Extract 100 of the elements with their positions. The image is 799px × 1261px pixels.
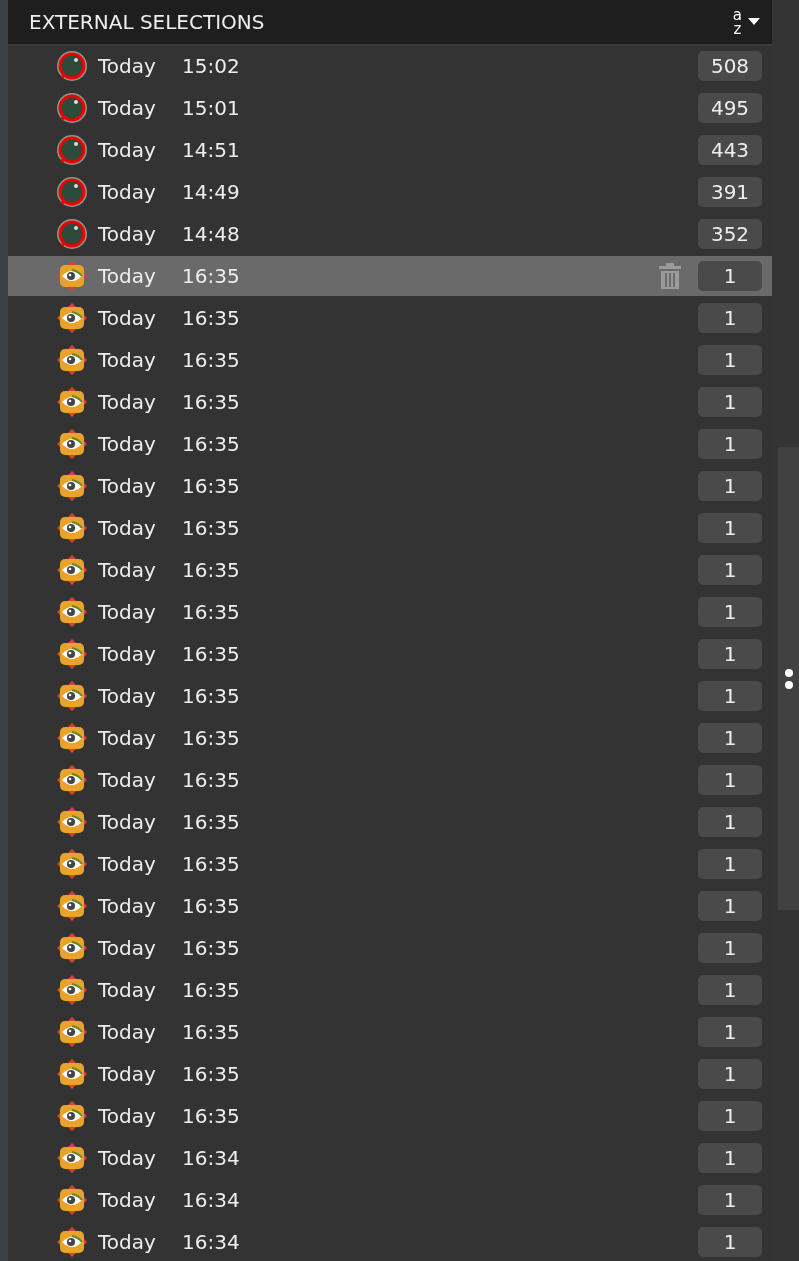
list-row[interactable]: Today 16:35 1 (8, 634, 772, 674)
row-day: Today (98, 1104, 182, 1128)
ring-icon (55, 175, 89, 209)
row-time: 16:35 (182, 306, 240, 330)
list-row[interactable]: Today 16:35 1 (8, 886, 772, 926)
sort-button[interactable]: a z (732, 8, 760, 36)
list-row[interactable]: Today 16:35 1 (8, 718, 772, 758)
list-row[interactable]: Today 16:35 1 (8, 928, 772, 968)
count-badge: 1 (698, 639, 762, 669)
list-row[interactable]: Today 16:35 1 (8, 592, 772, 632)
eye-icon (56, 680, 88, 712)
row-day: Today (98, 978, 182, 1002)
eye-icon (56, 764, 88, 796)
list-row[interactable]: Today 16:35 1 (8, 676, 772, 716)
list-row[interactable]: Today 16:35 1 (8, 1096, 772, 1136)
eye-icon (56, 512, 88, 544)
list-row[interactable]: Today 16:35 1 (8, 844, 772, 884)
count-badge: 508 (698, 51, 762, 81)
count-badge: 1 (698, 681, 762, 711)
trash-icon[interactable] (659, 263, 681, 289)
row-day: Today (98, 390, 182, 414)
count-badge: 1 (698, 429, 762, 459)
count-badge: 391 (698, 177, 762, 207)
ring-icon (55, 133, 89, 167)
eye-icon (56, 1226, 88, 1258)
eye-icon (56, 302, 88, 334)
row-time: 16:35 (182, 390, 240, 414)
row-day: Today (98, 642, 182, 666)
list-row[interactable]: Today 16:35 1 (8, 382, 772, 422)
scrollbar-thumb[interactable] (778, 447, 799, 910)
eye-icon (56, 554, 88, 586)
row-time: 16:35 (182, 642, 240, 666)
list-row[interactable]: Today 16:35 1 (8, 1012, 772, 1052)
list-row[interactable]: Today 16:35 1 (8, 298, 772, 338)
list-row[interactable]: Today 16:34 1 (8, 1222, 772, 1261)
list-row[interactable]: Today 16:35 1 (8, 340, 772, 380)
count-badge: 1 (698, 891, 762, 921)
list-row[interactable]: Today 16:35 1 (8, 760, 772, 800)
row-day: Today (98, 768, 182, 792)
list-row[interactable]: Today 16:34 1 (8, 1138, 772, 1178)
list-row[interactable]: Today 14:48 352 (8, 214, 772, 254)
eye-icon (56, 344, 88, 376)
list-row[interactable]: Today 16:35 1 (8, 1054, 772, 1094)
row-time: 16:34 (182, 1188, 240, 1212)
row-time: 16:35 (182, 432, 240, 456)
count-badge: 1 (698, 1017, 762, 1047)
count-badge: 443 (698, 135, 762, 165)
row-day: Today (98, 306, 182, 330)
list-row[interactable]: Today 16:35 1 (8, 970, 772, 1010)
row-time: 16:35 (182, 852, 240, 876)
count-badge: 1 (698, 1185, 762, 1215)
eye-icon (56, 1184, 88, 1216)
row-time: 16:35 (182, 936, 240, 960)
row-day: Today (98, 264, 182, 288)
row-day: Today (98, 96, 182, 120)
eye-icon (56, 1058, 88, 1090)
row-time: 16:35 (182, 516, 240, 540)
row-day: Today (98, 558, 182, 582)
count-badge: 1 (698, 513, 762, 543)
list-row[interactable]: Today 16:34 1 (8, 1180, 772, 1220)
count-badge: 1 (698, 807, 762, 837)
row-time: 15:02 (182, 54, 240, 78)
row-time: 16:35 (182, 726, 240, 750)
row-day: Today (98, 894, 182, 918)
row-time: 16:34 (182, 1146, 240, 1170)
row-time: 16:35 (182, 600, 240, 624)
row-day: Today (98, 1188, 182, 1212)
row-day: Today (98, 222, 182, 246)
eye-icon (56, 386, 88, 418)
list-row[interactable]: Today 16:35 1 (8, 256, 772, 296)
eye-icon (56, 596, 88, 628)
list-row[interactable]: Today 14:51 443 (8, 130, 772, 170)
row-day: Today (98, 474, 182, 498)
list-row[interactable]: Today 16:35 1 (8, 550, 772, 590)
list-row[interactable]: Today 16:35 1 (8, 466, 772, 506)
row-time: 16:35 (182, 684, 240, 708)
row-day: Today (98, 810, 182, 834)
row-day: Today (98, 1020, 182, 1044)
ring-icon (55, 49, 89, 83)
count-badge: 1 (698, 1227, 762, 1257)
eye-icon (56, 638, 88, 670)
more-icon[interactable] (784, 668, 794, 690)
count-badge: 1 (698, 345, 762, 375)
panel-title: EXTERNAL SELECTIONS (29, 10, 266, 34)
row-time: 14:49 (182, 180, 240, 204)
count-badge: 1 (698, 303, 762, 333)
list-row[interactable]: Today 15:02 508 (8, 46, 772, 86)
row-day: Today (98, 516, 182, 540)
list-row[interactable]: Today 14:49 391 (8, 172, 772, 212)
eye-icon (56, 428, 88, 460)
list-row[interactable]: Today 16:35 1 (8, 424, 772, 464)
eye-icon (56, 890, 88, 922)
list-row[interactable]: Today 16:35 1 (8, 508, 772, 548)
row-day: Today (98, 432, 182, 456)
eye-icon (56, 722, 88, 754)
count-badge: 1 (698, 975, 762, 1005)
list-row[interactable]: Today 15:01 495 (8, 88, 772, 128)
row-day: Today (98, 348, 182, 372)
row-day: Today (98, 852, 182, 876)
list-row[interactable]: Today 16:35 1 (8, 802, 772, 842)
